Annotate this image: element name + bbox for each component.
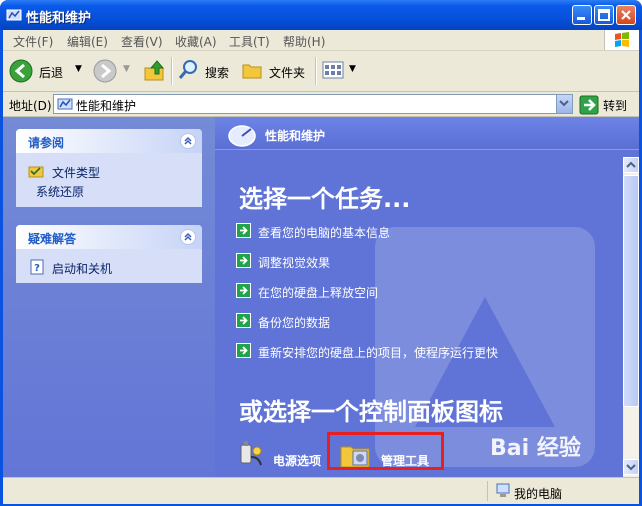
maximize-button[interactable]	[594, 5, 614, 25]
address-input[interactable]: 性能和维护	[53, 94, 573, 114]
green-arrow-icon	[236, 313, 251, 328]
folders-label: 文件夹	[269, 66, 306, 80]
back-button[interactable]: 后退 ▼	[9, 59, 89, 83]
toolbar: 后退 ▼ ▼ 搜索 文件夹 ▼	[3, 51, 639, 92]
toolbar-separator	[171, 57, 173, 85]
folders-button[interactable]: 文件夹	[241, 59, 311, 83]
control-panel-heading: 或选择一个控制面板图标	[239, 398, 503, 426]
menu-view[interactable]: 查看(V)	[121, 33, 163, 50]
close-button[interactable]	[616, 5, 636, 25]
troubleshoot-header[interactable]: 疑难解答	[16, 225, 202, 249]
control-panel-icon	[57, 98, 73, 110]
go-arrow-icon	[579, 95, 599, 115]
green-arrow-icon	[236, 223, 251, 238]
power-options-label: 电源选项	[273, 454, 322, 468]
see-also-header[interactable]: 请参阅	[16, 129, 202, 153]
highlight-box	[327, 432, 444, 470]
task-label: 查看您的电脑的基本信息	[258, 226, 391, 240]
forward-arrow-icon	[93, 59, 117, 83]
power-options-icon	[240, 441, 262, 466]
address-value: 性能和维护	[76, 99, 137, 113]
go-button[interactable]: 转到	[579, 95, 639, 115]
status-location: 我的电脑	[514, 487, 563, 501]
menu-favorites[interactable]: 收藏(A)	[175, 33, 217, 50]
task-label: 在您的硬盘上释放空间	[258, 286, 379, 300]
file-types-icon	[28, 166, 44, 178]
category-title: 性能和维护	[265, 129, 326, 143]
menu-tools[interactable]: 工具(T)	[229, 33, 270, 50]
up-folder-button[interactable]	[143, 59, 167, 83]
forward-button[interactable]: ▼	[93, 59, 137, 83]
power-options-item[interactable]: 电源选项	[235, 439, 330, 471]
search-icon	[178, 60, 197, 79]
collapse-chevron-icon[interactable]	[180, 133, 196, 149]
green-arrow-icon	[236, 283, 251, 298]
search-button[interactable]: 搜索	[177, 59, 237, 83]
address-dropdown-button[interactable]	[556, 95, 572, 113]
toolbar-separator	[315, 57, 317, 85]
window-title: 性能和维护	[26, 11, 92, 26]
views-dropdown-icon: ▼	[349, 64, 356, 74]
task-label: 调整视觉效果	[258, 256, 331, 270]
main-pane: 性能和维护 选择一个任务... 查看您的电脑的基本信息 调整视觉效果 在您的硬盘…	[215, 117, 639, 477]
content-area: 请参阅 文件类型 系统还原 疑难解答 ? 启动和关机 性能和维护 选择一个任务.…	[3, 117, 639, 477]
back-dropdown-icon[interactable]: ▼	[75, 64, 82, 74]
task-label: 备份您的数据	[258, 316, 331, 330]
troubleshoot-title: 疑难解答	[28, 232, 77, 246]
minimize-button[interactable]	[572, 5, 592, 25]
help-icon: ?	[30, 259, 44, 275]
link-system-restore[interactable]: 系统还原	[36, 183, 84, 200]
link-startup-shutdown[interactable]: 启动和关机	[52, 260, 112, 277]
scroll-thumb[interactable]	[623, 175, 639, 407]
menu-help[interactable]: 帮助(H)	[283, 33, 325, 50]
address-bar: 地址(D) 性能和维护 转到	[3, 92, 639, 117]
collapse-chevron-icon[interactable]	[180, 229, 196, 245]
windows-logo-icon	[604, 30, 639, 50]
address-label: 地址(D)	[9, 99, 52, 113]
folders-icon	[242, 64, 262, 79]
up-folder-icon	[144, 60, 165, 81]
task-label: 重新安排您的硬盘上的项目，使程序运行更快	[258, 346, 499, 360]
see-also-title: 请参阅	[28, 136, 65, 150]
task-heading: 选择一个任务...	[239, 185, 411, 213]
explorer-window: 性能和维护 文件(F) 编辑(E) 查看(V) 收藏(A) 工具(T) 帮助(H…	[0, 0, 642, 506]
views-icon	[322, 61, 344, 79]
menu-file[interactable]: 文件(F)	[13, 33, 53, 50]
status-bar: 我的电脑	[3, 477, 639, 504]
status-separator	[487, 481, 488, 501]
search-label: 搜索	[205, 66, 230, 80]
vertical-scrollbar[interactable]	[623, 157, 639, 477]
green-arrow-icon	[236, 253, 251, 268]
see-also-panel: 请参阅 文件类型 系统还原	[16, 129, 202, 207]
performance-gauge-icon	[228, 125, 256, 147]
control-panel-icon	[6, 9, 22, 21]
svg-text:?: ?	[34, 263, 40, 274]
forward-dropdown-icon[interactable]: ▼	[123, 64, 130, 74]
category-header: 性能和维护	[215, 117, 639, 150]
task-pane: 请参阅 文件类型 系统还原 疑难解答 ? 启动和关机	[3, 117, 215, 477]
link-file-types[interactable]: 文件类型	[52, 164, 100, 181]
green-arrow-icon	[236, 343, 251, 358]
views-button[interactable]: ▼	[321, 59, 361, 83]
back-arrow-icon	[9, 59, 33, 83]
menu-bar: 文件(F) 编辑(E) 查看(V) 收藏(A) 工具(T) 帮助(H)	[3, 30, 639, 51]
back-label: 后退	[39, 66, 64, 80]
go-label: 转到	[603, 99, 628, 113]
troubleshoot-panel: 疑难解答 ? 启动和关机	[16, 225, 202, 283]
scroll-down-button[interactable]	[623, 459, 639, 475]
baidu-watermark: Bai 经验	[490, 436, 581, 461]
menu-edit[interactable]: 编辑(E)	[67, 33, 108, 50]
scroll-up-button[interactable]	[623, 157, 639, 173]
my-computer-icon	[496, 483, 510, 497]
title-bar[interactable]: 性能和维护	[0, 0, 642, 30]
